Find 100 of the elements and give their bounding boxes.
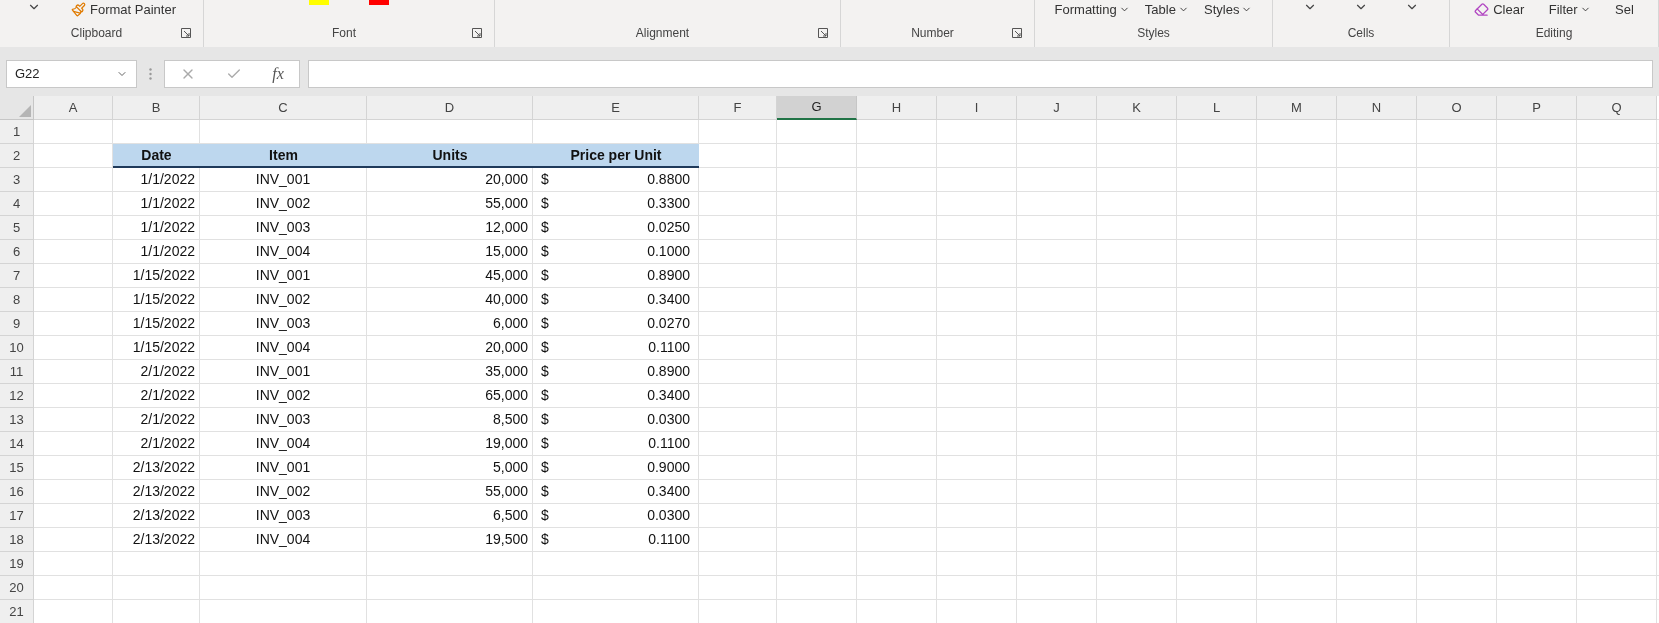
cell-reference: G22 [15,64,40,83]
table-cell-text: 2/1/2022 [139,362,196,381]
grip-icon[interactable] [149,67,152,80]
row-header[interactable]: 6 [0,240,34,264]
table-cell-text: 15,000 [484,242,529,261]
highlight-color-icon[interactable] [309,0,329,5]
table-cell-text: INV_002 [254,290,312,309]
table-cell-text: 1/1/2022 [139,194,196,213]
table-cell-text: 55,000 [484,194,529,213]
column-header[interactable]: O [1417,96,1497,120]
table-cell-text: $ 0.1100 [540,434,691,453]
row-header[interactable]: 5 [0,216,34,240]
column-header[interactable]: L [1177,96,1257,120]
insert-function-button[interactable]: fx [272,61,284,86]
table-cell-text: INV_002 [254,482,312,501]
ribbon-dropdown[interactable]: Filter [1548,0,1591,20]
table-cell-text: 2/13/2022 [131,482,196,501]
ribbon-dropdown[interactable]: Table [1144,0,1189,20]
table-cell-text: 19,000 [484,434,529,453]
row-header[interactable]: 21 [0,600,34,623]
row-header[interactable]: 9 [0,312,34,336]
table-header-cell: Date [113,144,200,168]
table-cell-text: 65,000 [484,386,529,405]
table-cell-text: $ 0.3400 [540,482,691,501]
table-cell-text: $ 0.8900 [540,266,691,285]
name-box[interactable]: G22 [6,59,137,88]
ribbon-button[interactable]: Sel [1615,0,1634,20]
triangle-icon [19,105,31,117]
row-header[interactable]: 2 [0,144,34,168]
table-cell-text: 35,000 [484,362,529,381]
table-cell-text: 2/13/2022 [131,458,196,477]
font-color-icon[interactable] [369,0,389,5]
column-header[interactable]: J [1017,96,1097,120]
column-header[interactable]: P [1497,96,1577,120]
column-header[interactable]: N [1337,96,1417,120]
row-header[interactable]: 1 [0,120,34,144]
table-cell-text: 5,000 [491,458,529,477]
column-header[interactable]: M [1257,96,1337,120]
table-cell-text: INV_001 [254,362,312,381]
ribbon-group-label: Editing [1535,25,1573,42]
row-header[interactable]: 20 [0,576,34,600]
table-cell-text: 40,000 [484,290,529,309]
column-header[interactable]: F [699,96,777,120]
format-painter-button[interactable]: Format Painter [71,0,176,20]
row-header[interactable]: 10 [0,336,34,360]
dialog-launcher-icon[interactable] [818,28,828,38]
table-header-cell: Price per Unit [533,144,699,168]
row-header[interactable]: 17 [0,504,34,528]
table-cell-text: 20,000 [484,170,529,189]
row-header[interactable]: 15 [0,456,34,480]
table-cell-text: INV_004 [254,434,312,453]
table-cell-text: 2/13/2022 [131,530,196,549]
table-cell-text: INV_003 [254,218,312,237]
table-cell-text: INV_001 [254,266,312,285]
table-cell-text: INV_002 [254,386,312,405]
row-header[interactable]: 13 [0,408,34,432]
column-header[interactable]: G [777,96,857,120]
table-cell-text: 1/1/2022 [139,242,196,261]
dialog-launcher-icon[interactable] [181,28,191,38]
column-header[interactable]: H [857,96,937,120]
row-header[interactable]: 19 [0,552,34,576]
formula-input[interactable] [308,59,1653,88]
table-cell-text: 1/15/2022 [131,266,196,285]
table-cell-text: 20,000 [484,338,529,357]
row-header[interactable]: 12 [0,384,34,408]
column-header[interactable]: I [937,96,1017,120]
table-cell-text: 55,000 [484,482,529,501]
row-header[interactable]: 16 [0,480,34,504]
ribbon-group-label: Cells [1347,25,1375,42]
table-cell-text: 45,000 [484,266,529,285]
row-header[interactable]: 4 [0,192,34,216]
column-header[interactable]: Q [1577,96,1657,120]
table-cell-text: 1/1/2022 [139,170,196,189]
row-header[interactable]: 14 [0,432,34,456]
column-header[interactable]: E [533,96,699,120]
clear-button[interactable]: Clear [1474,0,1525,20]
table-cell-text: $ 0.0270 [540,314,691,333]
table-cell-text: $ 0.1000 [540,242,691,261]
dialog-launcher-icon[interactable] [472,28,482,38]
row-header[interactable]: 3 [0,168,34,192]
column-header[interactable]: K [1097,96,1177,120]
paintbrush-icon [71,2,86,18]
table-cell-text: 2/1/2022 [139,434,196,453]
dialog-launcher-icon[interactable] [1012,28,1022,38]
column-header[interactable]: B [113,96,200,120]
ribbon-dropdown[interactable]: Styles [1204,0,1253,20]
column-header[interactable]: D [367,96,533,120]
table-cell-text: 1/15/2022 [131,314,196,333]
ribbon-dropdown[interactable]: Formatting [1054,0,1130,20]
row-header[interactable]: 8 [0,288,34,312]
row-header[interactable]: 7 [0,264,34,288]
column-header[interactable]: A [34,96,113,120]
row-header[interactable]: 11 [0,360,34,384]
row-header[interactable]: 18 [0,528,34,552]
table-cell-text: INV_003 [254,506,312,525]
table-cell-text: INV_004 [254,338,312,357]
column-header[interactable]: C [200,96,367,120]
table-cell-text: 2/13/2022 [131,506,196,525]
table-cell-text: 8,500 [491,410,529,429]
table-cell-text: INV_001 [254,170,312,189]
